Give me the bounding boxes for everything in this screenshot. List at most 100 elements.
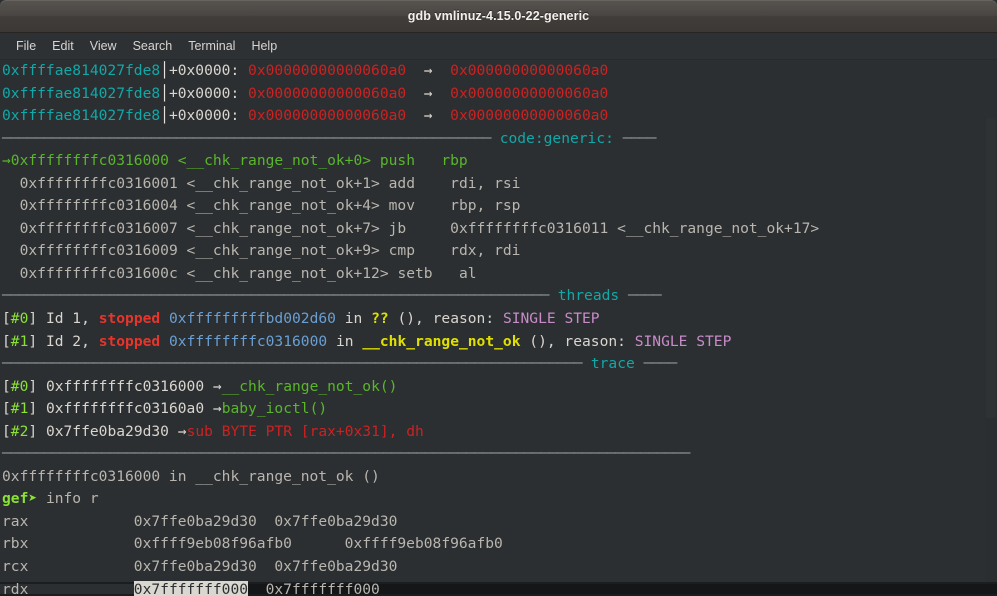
code-address: 0xffffffffc0316001 <box>19 174 178 192</box>
thread-address: 0xffffffffc0316000 <box>169 332 328 350</box>
stack-row: 0xffffae814027fde8│+0x0000: 0x0000000000… <box>0 105 997 128</box>
thread-state: stopped <box>98 310 161 328</box>
trace-address: 0xffffffffc03160a0 <box>45 400 205 418</box>
arrow-right-icon: → <box>212 377 222 395</box>
code-row: 0xffffffffc0316001 <__chk_range_not_ok+1… <box>0 173 997 196</box>
thread-state: stopped <box>98 332 161 350</box>
register-decoded: 0x7ffe0ba29d30 <box>274 558 398 576</box>
code-symbol: <__chk_range_not_ok+1> <box>186 174 380 192</box>
trace-address: 0xffffffffc0316000 <box>45 377 205 395</box>
code-section-separator: ────────────────────────────────────────… <box>0 128 997 151</box>
register-decoded: 0xffff9eb08f96afb0 <box>344 535 503 553</box>
code-symbol: <__chk_range_not_ok+9> <box>186 242 380 260</box>
status-line: 0xffffffffc0316000 in __chk_range_not_ok… <box>2 467 380 485</box>
code-address: 0xffffffffc0316009 <box>19 242 178 260</box>
trace-target: __chk_range_not_ok() <box>221 377 398 395</box>
separator-dashes-right: ──── <box>643 355 678 373</box>
code-operands: rbp <box>441 152 468 170</box>
thread-in-keyword: in <box>335 332 354 350</box>
register-value: 0xffff9eb08f96afb0 <box>133 535 292 553</box>
arrow-right-icon: → <box>177 422 187 440</box>
code-address: 0xffffffffc0316004 <box>19 197 178 215</box>
separator-dashes-right: ──── <box>628 287 662 305</box>
code-marker <box>11 220 20 237</box>
code-operands: rdi, rsi <box>450 174 521 192</box>
window-titlebar[interactable]: gdb vmlinuz-4.15.0-22-generic <box>0 0 997 33</box>
register-value-selected[interactable]: 0x7fffffff000 <box>133 580 249 596</box>
thread-id: Id 2, <box>45 332 90 350</box>
code-row: 0xffffffffc0316007 <__chk_range_not_ok+7… <box>0 218 997 241</box>
code-row: 0xffffffffc0316009 <__chk_range_not_ok+9… <box>0 240 997 263</box>
code-operands: rbp, rsp <box>450 197 521 215</box>
stack-row: 0xffffae814027fde8│+0x0000: 0x0000000000… <box>0 83 997 106</box>
arrow-right-icon: → <box>423 62 433 79</box>
thread-parens: (), reason: <box>529 332 626 350</box>
stack-offset: +0x0000: <box>168 62 240 79</box>
register-value: 0x7ffe0ba29d30 <box>133 512 257 530</box>
stack-value: 0x00000000000060a0 <box>248 107 407 125</box>
code-operands: al <box>458 264 477 282</box>
code-mnemonic: cmp <box>388 242 415 260</box>
bottom-separator: ────────────────────────────────────────… <box>0 443 997 466</box>
threads-section-separator: ────────────────────────────────────────… <box>0 285 997 308</box>
section-label-trace: trace <box>590 355 635 373</box>
register-decoded: 0x7fffffff000 <box>265 580 380 596</box>
register-name: rdx <box>2 580 29 596</box>
stack-address: 0xffffae814027fde8 <box>2 107 161 125</box>
current-instruction-arrow-icon: → <box>2 152 11 170</box>
code-operands: rdx, rdi <box>450 242 521 260</box>
stack-row: 0xffffae814027fde8│+0x0000: 0x0000000000… <box>0 60 997 83</box>
code-address: 0xffffffffc0316000 <box>10 152 169 170</box>
stack-value: 0x00000000000060a0 <box>248 62 407 79</box>
register-row: rbx 0xffff9eb08f96afb0 0xffff9eb08f96afb… <box>0 533 997 556</box>
stack-pipe-icon: │ <box>160 62 169 79</box>
code-mnemonic: mov <box>388 197 415 215</box>
code-address: 0xffffffffc031600c <box>19 264 178 282</box>
gef-prompt-line[interactable]: gef➤ info r <box>0 488 997 511</box>
thread-reason: SINGLE STEP <box>502 310 600 328</box>
code-marker <box>11 265 20 282</box>
register-name: rbx <box>2 535 29 553</box>
thread-row: [#0] Id 1, stopped 0xfffffffffbd002d60 i… <box>2 310 600 328</box>
code-row: 0xffffffffc031600c <__chk_range_not_ok+1… <box>0 263 997 286</box>
stack-value: 0x00000000000060a0 <box>248 84 407 102</box>
trace-index: #0 <box>10 377 29 395</box>
trace-row: [#2] 0x7ffe0ba29d30 →sub BYTE PTR [rax+0… <box>2 422 424 440</box>
stack-pipe-icon: │ <box>160 84 169 102</box>
thread-function: __chk_range_not_ok <box>362 332 521 350</box>
code-mnemonic: jb <box>388 219 407 237</box>
thread-row: [#1] Id 2, stopped 0xffffffffc0316000 in… <box>2 332 732 350</box>
code-mnemonic: setb <box>397 264 433 282</box>
menu-item-file[interactable]: File <box>8 36 44 56</box>
arrow-right-icon: → <box>423 107 433 125</box>
code-mnemonic: add <box>388 174 415 192</box>
register-row: rax 0x7ffe0ba29d30 0x7ffe0ba29d30 <box>0 511 997 534</box>
trace-target: sub BYTE PTR [rax+0x31], dh <box>186 422 424 440</box>
stack-pipe-icon: │ <box>160 107 169 125</box>
section-label-code: code:generic: <box>499 129 614 147</box>
register-name: rax <box>2 512 29 530</box>
trace-row: [#0] 0xffffffffc0316000 →__chk_range_not… <box>2 377 398 395</box>
window-title: gdb vmlinuz-4.15.0-22-generic <box>407 9 590 23</box>
stack-address: 0xffffae814027fde8 <box>2 84 161 102</box>
code-marker <box>11 197 20 214</box>
menu-item-help[interactable]: Help <box>243 36 285 56</box>
register-row: rcx 0x7ffe0ba29d30 0x7ffe0ba29d30 <box>0 556 997 579</box>
menubar: File Edit View Search Terminal Help <box>0 33 997 60</box>
terminal-window: gdb vmlinuz-4.15.0-22-generic File Edit … <box>0 0 997 596</box>
code-row: 0xffffffffc0316004 <__chk_range_not_ok+4… <box>0 195 997 218</box>
menu-item-search[interactable]: Search <box>125 36 181 56</box>
terminal-output[interactable]: 0xffffae814027fde8│+0x0000: 0x0000000000… <box>0 60 997 596</box>
thread-id: Id 1, <box>45 310 90 328</box>
code-row-current: →0xffffffffc0316000 <__chk_range_not_ok+… <box>0 150 997 173</box>
prompt-command: info r <box>45 490 99 508</box>
menu-item-terminal[interactable]: Terminal <box>180 36 243 56</box>
stack-deref: 0x00000000000060a0 <box>450 107 609 125</box>
separator-dashes: ────────────────────────────────────────… <box>2 445 690 463</box>
stack-address: 0xffffae814027fde8 <box>2 62 161 79</box>
menu-item-edit[interactable]: Edit <box>44 36 82 56</box>
menu-item-view[interactable]: View <box>82 36 125 56</box>
section-label-threads: threads <box>557 287 620 305</box>
stack-deref: 0x00000000000060a0 <box>450 62 609 79</box>
code-marker <box>11 242 20 259</box>
